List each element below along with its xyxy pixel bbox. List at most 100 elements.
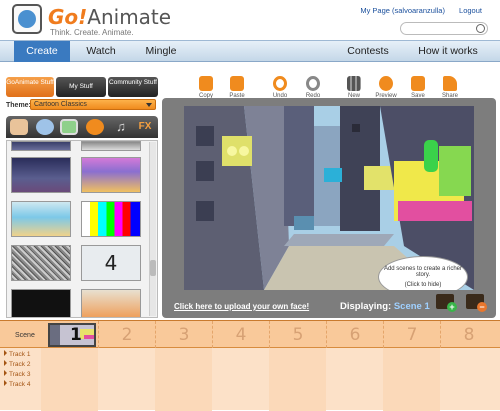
top-links: My Page (salvoaranzulla) Logout	[348, 6, 482, 15]
preview-icon	[379, 76, 393, 91]
track-arrow-icon	[4, 380, 7, 386]
main-nav: Create Watch Mingle Contests How it work…	[0, 40, 500, 62]
scene-slot-number: 5	[292, 325, 304, 345]
displaying-value: Scene 1	[393, 301, 430, 312]
backgrounds-icon[interactable]	[60, 119, 78, 135]
theme-select[interactable]: Cartoon Classics	[30, 99, 156, 110]
thumbnail-color-bars[interactable]	[81, 201, 141, 237]
thumbnail-countdown[interactable]: 4	[81, 245, 141, 281]
timeline-scene-row: Scene 1 2 3 4 5 6 7 8	[0, 321, 500, 348]
logo-mark-icon	[12, 4, 42, 34]
nav-how-it-works[interactable]: How it works	[410, 41, 486, 62]
background-thumbnails: 4	[6, 140, 158, 318]
nav-watch[interactable]: Watch	[78, 41, 124, 62]
hint-text: Add scenes to create a richer story.	[383, 266, 463, 278]
displaying-scene: Displaying: Scene 1	[340, 301, 430, 312]
track-2-label[interactable]: Track 2	[0, 360, 40, 370]
tab-goanimate-stuff[interactable]: GoAnimate Stuff	[6, 77, 54, 97]
goanimate-logo[interactable]: Go!Animate Think. Create. Animate.	[12, 4, 171, 37]
scene-slot-3[interactable]: 3	[155, 321, 212, 348]
track-arrow-icon	[4, 370, 7, 376]
scene-slot-number: 8	[463, 325, 475, 345]
timeline-column[interactable]	[383, 348, 440, 411]
timeline-column[interactable]	[98, 348, 155, 411]
logout-link[interactable]: Logout	[459, 6, 482, 15]
scrollbar-knob[interactable]	[150, 260, 156, 276]
undo-icon	[273, 76, 287, 91]
timeline-column[interactable]	[326, 348, 383, 411]
scene-row-label: Scene	[15, 332, 35, 339]
stage-footer: Click here to upload your own face! Disp…	[162, 296, 496, 318]
timeline: Scene 1 2 3 4 5 6 7 8 Track 1 Track 2 Tr…	[0, 320, 500, 411]
thumbnail-orange[interactable]	[81, 289, 141, 317]
track-label-text: Track 1	[9, 351, 31, 358]
track-label-text: Track 4	[9, 381, 31, 388]
thumbnail-tv-static[interactable]	[11, 245, 71, 281]
track-3-label[interactable]: Track 3	[0, 370, 40, 380]
paste-icon	[230, 76, 244, 91]
editor: GoAnimate Stuff My Stuff Community Stuff…	[0, 62, 500, 320]
displaying-label: Displaying:	[340, 301, 392, 312]
hint-speech-bubble[interactable]: Add scenes to create a richer story. (Cl…	[378, 256, 468, 290]
track-4-label[interactable]: Track 4	[0, 380, 40, 390]
track-arrow-icon	[4, 360, 7, 366]
scene-1-number: 1	[70, 325, 82, 345]
search-input[interactable]	[400, 22, 488, 35]
sound-icon[interactable]	[86, 119, 104, 135]
scene-slot-number: 2	[121, 325, 133, 345]
scene-slot-2[interactable]: 2	[98, 321, 155, 348]
timeline-column[interactable]	[269, 348, 326, 411]
scene-slot-number: 6	[349, 325, 361, 345]
share-icon	[443, 76, 457, 91]
nav-mingle[interactable]: Mingle	[136, 41, 186, 62]
thumbnail-night-city[interactable]	[11, 157, 71, 193]
category-tabs: ♫ FX	[6, 116, 158, 138]
track-1-label[interactable]: Track 1	[0, 350, 40, 360]
thumbnails-scrollbar[interactable]	[149, 142, 156, 316]
search-icon[interactable]	[476, 24, 485, 33]
upload-face-link[interactable]: Click here to upload your own face!	[174, 302, 309, 311]
nav-create[interactable]: Create	[14, 41, 70, 62]
tagline: Think. Create. Animate.	[50, 28, 134, 37]
my-page-link[interactable]: My Page (salvoaranzulla)	[360, 6, 445, 15]
copy-icon	[199, 76, 213, 91]
tab-my-stuff[interactable]: My Stuff	[56, 77, 106, 97]
track-label-text: Track 2	[9, 361, 31, 368]
logo-text: Go!Animate	[48, 5, 172, 29]
characters-icon[interactable]	[10, 119, 28, 135]
timeline-column[interactable]	[212, 348, 269, 411]
tab-community-stuff[interactable]: Community Stuff	[108, 77, 158, 97]
thumbnail-black[interactable]	[11, 289, 71, 317]
track-label-text: Track 3	[9, 371, 31, 378]
scene-1-thumbnail[interactable]: 1	[48, 323, 96, 347]
hide-hint-link[interactable]: (Click to hide)	[379, 282, 467, 288]
scene-slot-4[interactable]: 4	[212, 321, 269, 348]
save-icon	[411, 76, 425, 91]
theme-value: Cartoon Classics	[34, 101, 87, 108]
thumbnail-pool[interactable]	[11, 201, 71, 237]
scene-slot-number: 3	[178, 325, 190, 345]
timeline-column[interactable]	[155, 348, 212, 411]
scene-slot-5[interactable]: 5	[269, 321, 326, 348]
scene-slot-number: 4	[235, 325, 247, 345]
theme-label: Theme:	[6, 102, 31, 109]
track-arrow-icon	[4, 350, 7, 356]
thumbnail-night-top[interactable]	[11, 141, 71, 151]
scene-slot-7[interactable]: 7	[383, 321, 440, 348]
redo-icon	[306, 76, 320, 91]
thumbnail-gray-top[interactable]	[81, 141, 141, 151]
props-icon[interactable]	[36, 119, 54, 135]
scene-slot-8[interactable]: 8	[440, 321, 497, 348]
scene-slot-number: 7	[406, 325, 418, 345]
header: Go!Animate Think. Create. Animate. My Pa…	[0, 0, 500, 40]
timeline-column[interactable]	[440, 348, 497, 411]
music-icon[interactable]: ♫	[112, 119, 130, 135]
scene-slot-6[interactable]: 6	[326, 321, 383, 348]
dropdown-arrow-icon	[146, 103, 152, 107]
effects-icon[interactable]: FX	[136, 119, 154, 135]
timeline-column[interactable]	[41, 348, 98, 411]
thumbnail-party[interactable]	[81, 157, 141, 193]
stage-panel: Add scenes to create a richer story. (Cl…	[162, 98, 496, 318]
stage-canvas[interactable]: Add scenes to create a richer story. (Cl…	[184, 106, 474, 290]
nav-contests[interactable]: Contests	[340, 41, 396, 62]
